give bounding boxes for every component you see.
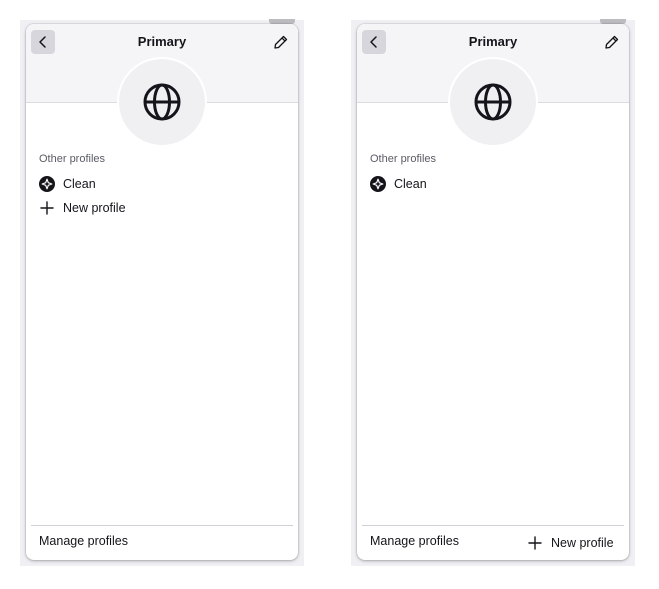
new-profile-button[interactable]: New profile — [527, 534, 614, 552]
chevron-left-icon — [39, 36, 46, 48]
profiles-panel-frame-right: Primary Other profiles Clean Manage prof… — [351, 19, 635, 566]
profile-item-label: Clean — [63, 177, 96, 191]
compass-icon — [370, 176, 386, 192]
profiles-panel-frame-left: Primary Other profiles Clean New profile… — [20, 19, 304, 566]
manage-profiles-button[interactable]: Manage profiles — [39, 534, 128, 548]
plus-icon — [527, 535, 543, 551]
pencil-icon — [605, 35, 619, 49]
manage-profiles-button[interactable]: Manage profiles — [370, 534, 459, 548]
profiles-panel: Primary Other profiles Clean — [26, 24, 298, 560]
panel-title: Primary — [468, 34, 518, 49]
other-profiles-heading: Other profiles — [370, 153, 437, 165]
panel-title: Primary — [137, 34, 187, 49]
pencil-icon — [274, 35, 288, 49]
globe-icon — [474, 83, 512, 121]
edit-profile-button[interactable] — [600, 30, 624, 54]
other-profiles-heading: Other profiles — [39, 153, 106, 165]
back-button[interactable] — [362, 30, 386, 54]
profile-avatar[interactable] — [450, 59, 536, 145]
profile-item-clean[interactable]: Clean — [370, 175, 427, 193]
profile-avatar[interactable] — [119, 59, 205, 145]
chevron-left-icon — [370, 36, 377, 48]
new-profile-button[interactable]: New profile — [39, 199, 126, 217]
new-profile-label: New profile — [551, 536, 614, 550]
plus-icon — [39, 200, 55, 216]
profile-item-clean[interactable]: Clean — [39, 175, 96, 193]
new-profile-label: New profile — [63, 201, 126, 215]
globe-icon — [143, 83, 181, 121]
compass-icon — [39, 176, 55, 192]
footer-divider — [362, 525, 624, 526]
back-button[interactable] — [31, 30, 55, 54]
profiles-panel: Primary Other profiles Clean — [357, 24, 629, 560]
footer-divider — [31, 525, 293, 526]
edit-profile-button[interactable] — [269, 30, 293, 54]
profile-item-label: Clean — [394, 177, 427, 191]
